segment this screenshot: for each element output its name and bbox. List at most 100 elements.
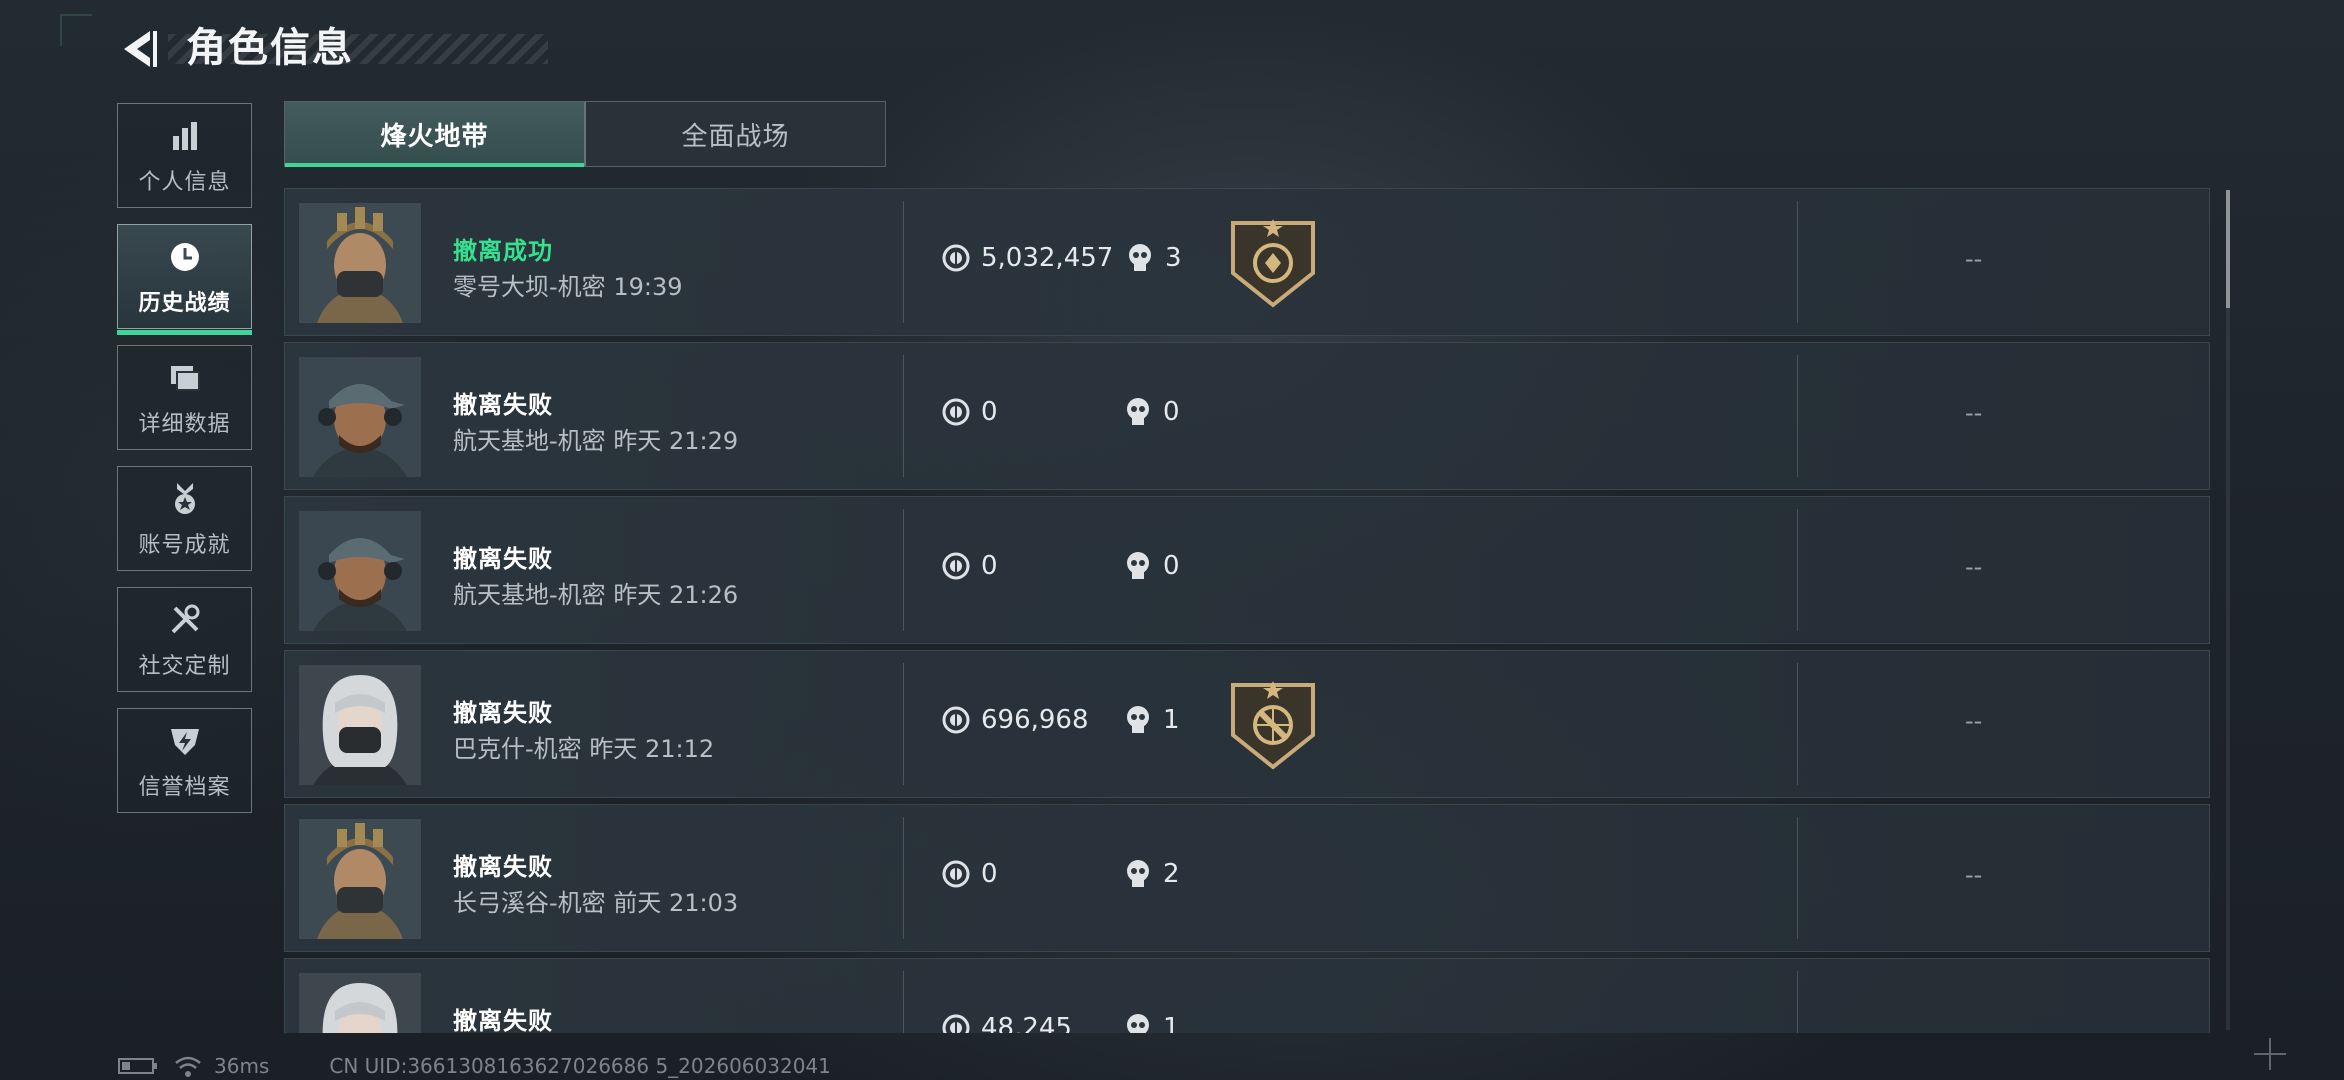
extraction-status: 撤离失败 [453, 853, 553, 881]
wifi-icon [175, 1056, 201, 1077]
match-row[interactable]: 撤离成功 零号大坝-机密 19:39 5,032,457 3 -- [284, 188, 2210, 336]
scrollbar-thumb[interactable] [2226, 190, 2230, 308]
skull-icon [1127, 552, 1149, 579]
battery-icon [118, 1058, 157, 1074]
match-row[interactable]: 撤离失败 48,245 1 [284, 958, 2210, 1033]
coin-icon [942, 706, 970, 734]
tab-full-battlefield[interactable]: 全面战场 [584, 102, 885, 166]
sidebar-item-label: 详细数据 [138, 411, 231, 437]
page-title: 角色信息 [186, 25, 354, 71]
match-row[interactable]: 撤离失败 航天基地-机密 昨天 21:26 0 0 -- [284, 496, 2210, 644]
extraction-status: 撤离失败 [453, 545, 553, 573]
operator-avatar [299, 973, 421, 1033]
list-scrollbar[interactable] [2226, 190, 2230, 1030]
loot-value-text: 48,245 [981, 1013, 1072, 1033]
sidebar-item-label: 个人信息 [138, 169, 231, 195]
match-time: 昨天 21:12 [589, 735, 715, 763]
extra-info: -- [1965, 707, 1983, 735]
coin-icon [942, 1014, 970, 1033]
skull-icon [1129, 244, 1151, 271]
map-name: 航天基地-机密 [453, 581, 606, 609]
bar-chart-icon [165, 116, 205, 156]
extra-info: -- [1965, 245, 1983, 273]
kill-count-text: 3 [1165, 243, 1182, 273]
row-divider [903, 817, 904, 939]
kill-count-text: 0 [1163, 397, 1180, 427]
skull-icon [1127, 1014, 1149, 1033]
skull-icon [1127, 398, 1149, 425]
map-name: 航天基地-机密 [453, 427, 606, 455]
row-divider [903, 355, 904, 477]
loot-value: 5,032,457 [941, 243, 1113, 273]
sidebar-item-achievements[interactable]: 账号成就 [117, 466, 252, 571]
sidebar-item-label: 历史战绩 [138, 290, 231, 316]
extraction-status: 撤离失败 [453, 1007, 553, 1033]
sidebar-item-label: 信誉档案 [138, 774, 231, 800]
kill-count: 0 [1125, 551, 1180, 581]
medal-icon [165, 479, 205, 519]
loot-value: 696,968 [941, 705, 1089, 735]
loot-value-text: 696,968 [981, 705, 1089, 735]
loot-value: 0 [941, 551, 998, 581]
extra-info: -- [1965, 553, 1983, 581]
kill-count: 1 [1125, 1013, 1180, 1033]
coin-icon [942, 552, 970, 580]
sidebar-item-label: 账号成就 [138, 532, 231, 558]
row-divider [1797, 817, 1798, 939]
coin-icon [942, 244, 970, 272]
loot-value-text: 0 [981, 397, 998, 427]
extraction-status: 撤离失败 [453, 699, 553, 727]
crossed-blade-badge-icon [1229, 679, 1317, 771]
row-divider [903, 509, 904, 631]
map-name: 长弓溪谷-机密 [453, 889, 606, 917]
row-divider [903, 971, 904, 1033]
loot-value-text: 5,032,457 [981, 243, 1114, 273]
back-button[interactable] [116, 24, 160, 74]
extraction-status: 撤离失败 [453, 391, 553, 419]
match-row[interactable]: 撤离失败 长弓溪谷-机密 前天 21:03 0 2 -- [284, 804, 2210, 952]
match-time: 昨天 21:26 [613, 581, 739, 609]
map-time-info: 航天基地-机密 昨天 21:26 [453, 575, 738, 610]
loot-value-text: 0 [981, 551, 998, 581]
sidebar-item-personal-info[interactable]: 个人信息 [117, 103, 252, 208]
sidebar-item-label: 社交定制 [138, 653, 231, 679]
shield-bolt-icon [165, 721, 205, 761]
kill-count-text: 1 [1163, 1013, 1180, 1033]
map-time-info: 航天基地-机密 昨天 21:29 [453, 421, 738, 456]
coin-icon [942, 398, 970, 426]
sidebar-item-match-history[interactable]: 历史战绩 [117, 224, 252, 335]
row-divider [1797, 663, 1798, 785]
row-divider [1797, 355, 1798, 477]
row-divider [1797, 509, 1798, 631]
skull-icon [1127, 860, 1149, 887]
extra-info: -- [1965, 399, 1983, 427]
map-name: 巴克什-机密 [453, 735, 582, 763]
ping-text: 36ms [214, 1054, 270, 1078]
tools-icon [165, 600, 205, 640]
loot-value-text: 0 [981, 859, 998, 889]
loot-value: 48,245 [941, 1013, 1072, 1033]
operator-avatar [299, 203, 421, 323]
folder-icon [165, 358, 205, 398]
tab-hazard-zone[interactable]: 烽火地带 [285, 102, 584, 167]
corner-decoration [60, 14, 92, 46]
map-time-info: 巴克什-机密 昨天 21:12 [453, 729, 714, 764]
map-name: 零号大坝-机密 [453, 273, 606, 301]
evac-badge-icon [1229, 217, 1317, 309]
map-time-info: 长弓溪谷-机密 前天 21:03 [453, 883, 738, 918]
sidebar-item-credit-record[interactable]: 信誉档案 [117, 708, 252, 813]
match-list[interactable]: 撤离成功 零号大坝-机密 19:39 5,032,457 3 -- 撤离失败 航… [284, 188, 2212, 1033]
game-screen: 角色信息 个人信息 历史战绩 详细数据 账号成就 社交定制 信誉档案 烽火地带 … [0, 0, 2344, 1080]
sidebar-item-social-custom[interactable]: 社交定制 [117, 587, 252, 692]
kill-count-text: 1 [1163, 705, 1180, 735]
extraction-status: 撤离成功 [453, 237, 553, 265]
kill-count: 2 [1125, 859, 1180, 889]
match-row[interactable]: 撤离失败 巴克什-机密 昨天 21:12 696,968 1 -- [284, 650, 2210, 798]
mode-tabs: 烽火地带 全面战场 [284, 101, 886, 167]
row-divider [1797, 201, 1798, 323]
match-row[interactable]: 撤离失败 航天基地-机密 昨天 21:29 0 0 -- [284, 342, 2210, 490]
operator-avatar [299, 511, 421, 631]
operator-avatar [299, 665, 421, 785]
sidebar-item-detailed-data[interactable]: 详细数据 [117, 345, 252, 450]
kill-count-text: 0 [1163, 551, 1180, 581]
